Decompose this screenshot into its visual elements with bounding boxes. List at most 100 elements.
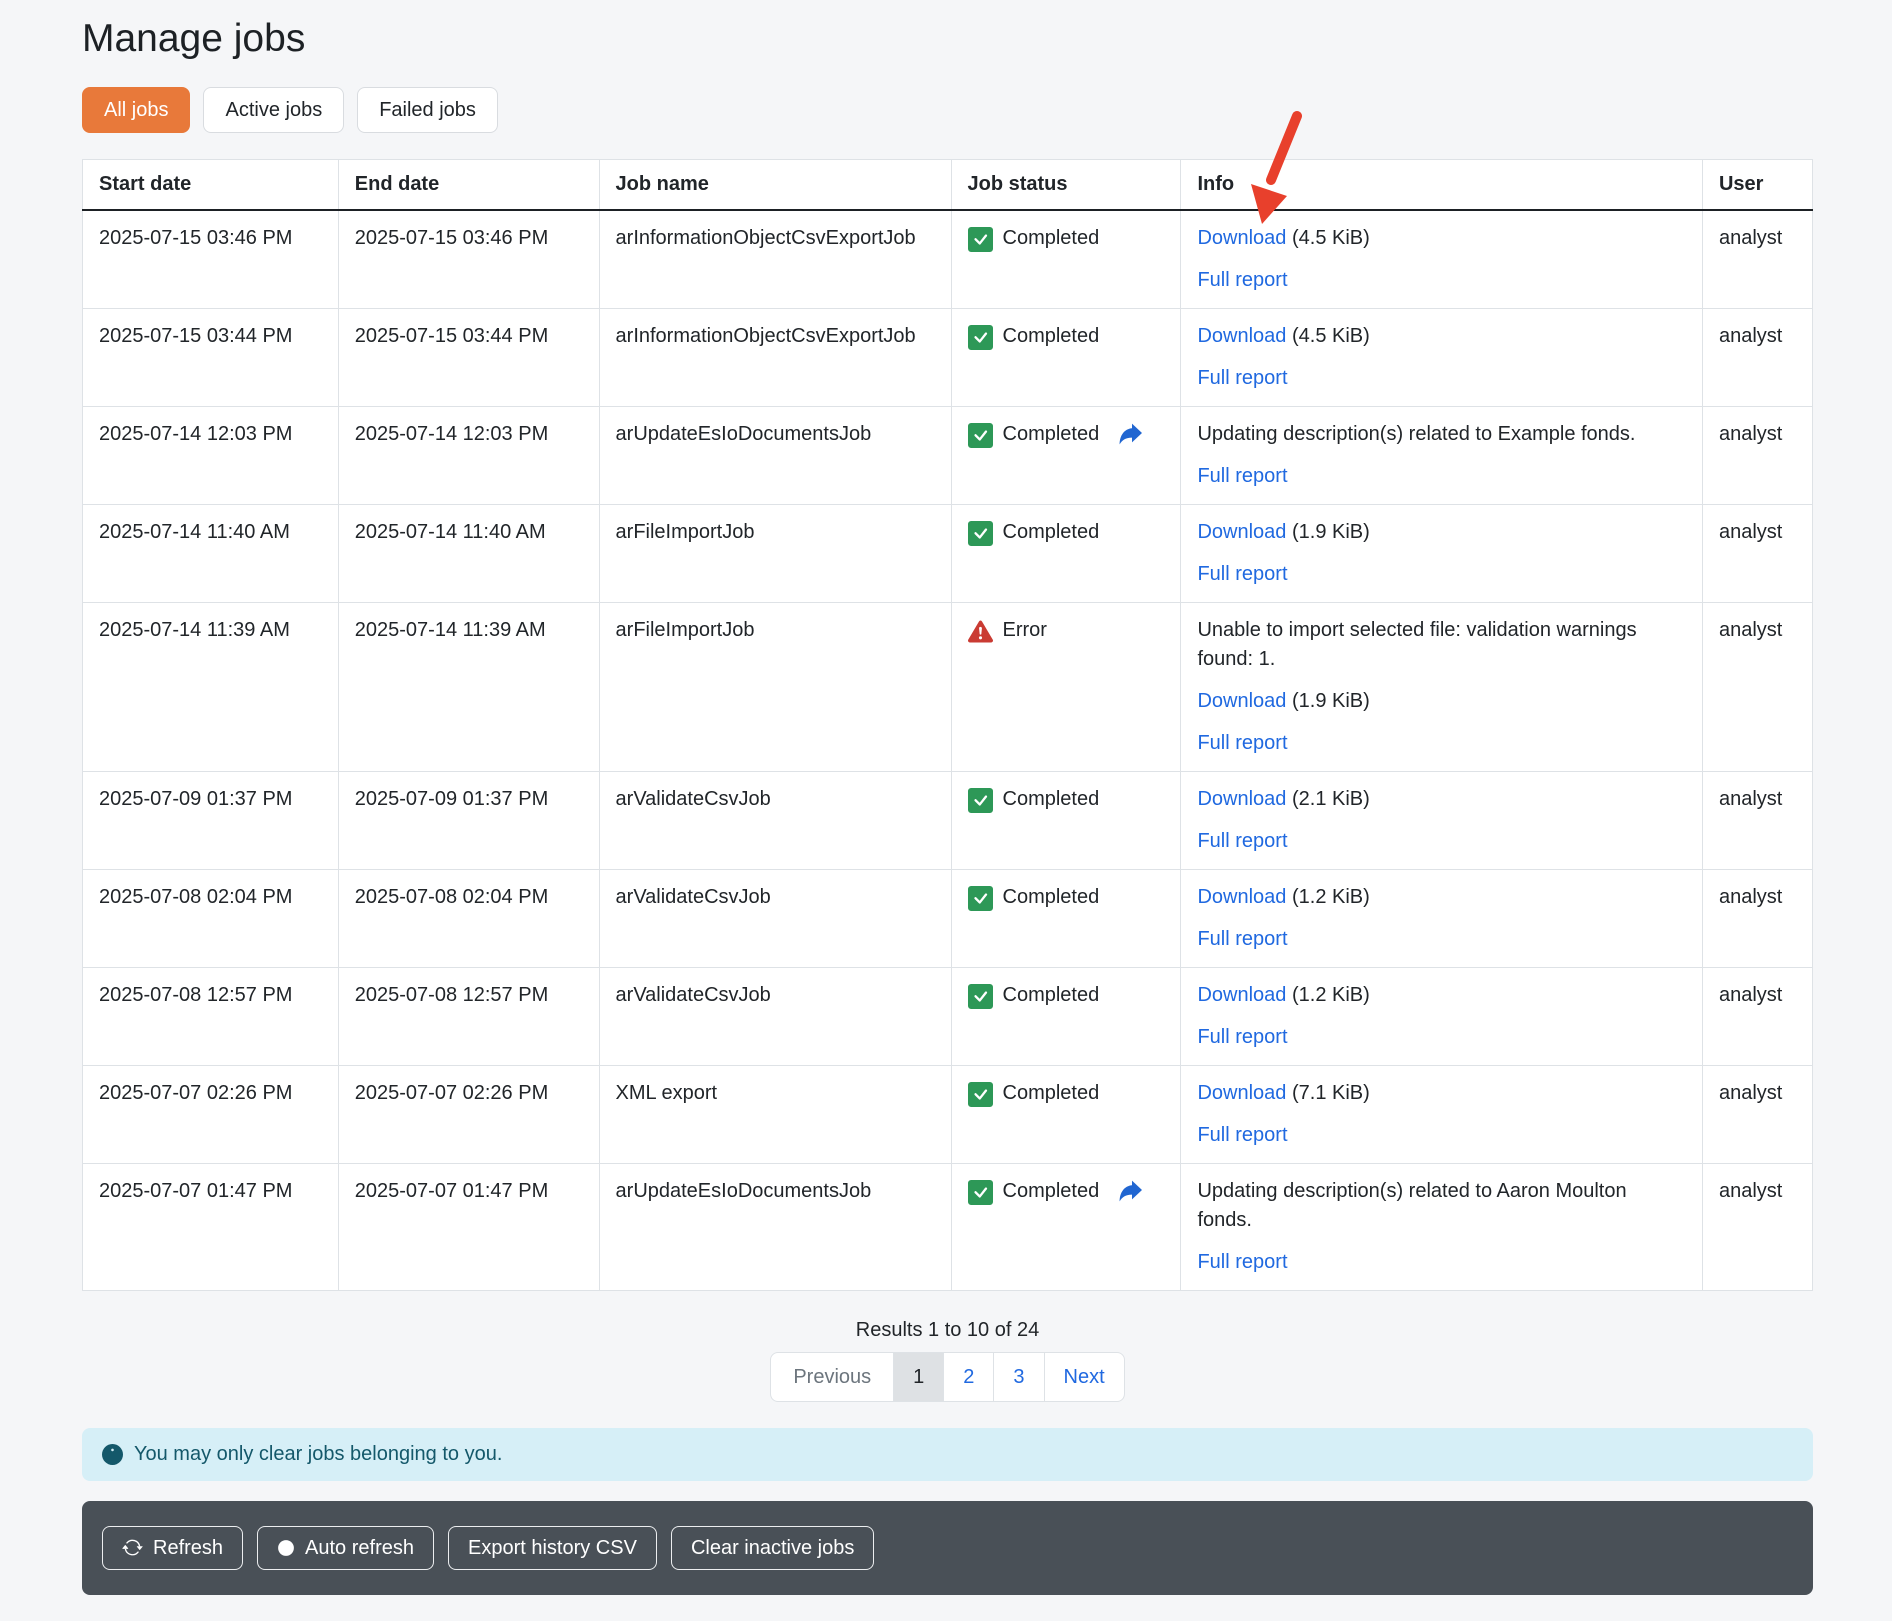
status-label: Completed	[1003, 1177, 1100, 1206]
end-date-cell: 2025-07-07 01:47 PM	[338, 1163, 599, 1290]
status-label: Completed	[1003, 1079, 1100, 1108]
check-square-icon	[968, 1079, 993, 1107]
download-link[interactable]: Download	[1197, 690, 1286, 712]
refresh-button[interactable]: Refresh	[102, 1526, 243, 1570]
job-name-cell: arUpdateEsIoDocumentsJob	[599, 1163, 951, 1290]
tab-active-jobs[interactable]: Active jobs	[203, 87, 344, 133]
end-date-cell: 2025-07-09 01:37 PM	[338, 771, 599, 869]
status-badge: Completed	[968, 322, 1165, 351]
status-badge: Completed	[968, 981, 1165, 1010]
tab-failed-jobs[interactable]: Failed jobs	[357, 87, 498, 133]
job-status-cell: Completed	[951, 308, 1181, 406]
download-link[interactable]: Download	[1197, 984, 1286, 1006]
start-date-cell: 2025-07-14 11:40 AM	[83, 504, 339, 602]
job-status-cell: Completed	[951, 504, 1181, 602]
user-cell: analyst	[1702, 504, 1812, 602]
info-alert: You may only clear jobs belonging to you…	[82, 1428, 1813, 1481]
info-message: Updating description(s) related to Examp…	[1197, 420, 1686, 449]
download-link[interactable]: Download	[1197, 325, 1286, 347]
check-square-icon	[968, 785, 993, 813]
job-status-cell: Completed	[951, 1163, 1181, 1290]
full-report-link[interactable]: Full report	[1197, 928, 1287, 950]
info-cell: Download (2.1 KiB)Full report	[1181, 771, 1703, 869]
download-line: Download (1.2 KiB)	[1197, 981, 1686, 1010]
download-link[interactable]: Download	[1197, 1082, 1286, 1104]
start-date-cell: 2025-07-09 01:37 PM	[83, 771, 339, 869]
status-label: Completed	[1003, 981, 1100, 1010]
status-badge: Completed	[968, 518, 1165, 547]
user-cell: analyst	[1702, 308, 1812, 406]
status-badge: Completed	[968, 420, 1165, 449]
user-cell: analyst	[1702, 771, 1812, 869]
auto-refresh-button[interactable]: Auto refresh	[257, 1526, 434, 1570]
full-report-link[interactable]: Full report	[1197, 465, 1287, 487]
info-cell: Updating description(s) related to Examp…	[1181, 406, 1703, 504]
refresh-icon	[122, 1537, 143, 1558]
download-size: (2.1 KiB)	[1292, 788, 1370, 810]
download-link[interactable]: Download	[1197, 886, 1286, 908]
full-report-link[interactable]: Full report	[1197, 1026, 1287, 1048]
status-label: Completed	[1003, 322, 1100, 351]
start-date-cell: 2025-07-08 02:04 PM	[83, 869, 339, 967]
job-status-cell: Error	[951, 602, 1181, 771]
export-history-csv-button[interactable]: Export history CSV	[448, 1526, 657, 1570]
page-item-2[interactable]: 2	[943, 1353, 993, 1401]
info-cell: Unable to import selected file: validati…	[1181, 602, 1703, 771]
end-date-cell: 2025-07-08 02:04 PM	[338, 869, 599, 967]
download-link[interactable]: Download	[1197, 788, 1286, 810]
status-badge: Completed	[968, 1177, 1165, 1206]
job-name-cell: arValidateCsvJob	[599, 869, 951, 967]
job-status-cell: Completed	[951, 210, 1181, 309]
column-header-job-name: Job name	[599, 159, 951, 210]
page-item-3[interactable]: 3	[993, 1353, 1043, 1401]
end-date-cell: 2025-07-15 03:46 PM	[338, 210, 599, 309]
status-label: Completed	[1003, 420, 1100, 449]
status-label: Completed	[1003, 785, 1100, 814]
pagination: Previous123Next	[770, 1352, 1124, 1402]
check-square-icon	[968, 1177, 993, 1205]
job-status-cell: Completed	[951, 406, 1181, 504]
download-link[interactable]: Download	[1197, 227, 1286, 249]
job-name-cell: arValidateCsvJob	[599, 771, 951, 869]
full-report-link[interactable]: Full report	[1197, 269, 1287, 291]
status-label: Completed	[1003, 883, 1100, 912]
full-report-link[interactable]: Full report	[1197, 367, 1287, 389]
table-row: 2025-07-15 03:44 PM2025-07-15 03:44 PMar…	[83, 308, 1813, 406]
table-row: 2025-07-07 02:26 PM2025-07-07 02:26 PMXM…	[83, 1065, 1813, 1163]
info-cell: Download (1.2 KiB)Full report	[1181, 869, 1703, 967]
tab-all-jobs[interactable]: All jobs	[82, 87, 190, 133]
full-report-link[interactable]: Full report	[1197, 1251, 1287, 1273]
download-size: (1.2 KiB)	[1292, 886, 1370, 908]
download-size: (4.5 KiB)	[1292, 325, 1370, 347]
check-square-icon	[968, 322, 993, 350]
info-cell: Download (7.1 KiB)Full report	[1181, 1065, 1703, 1163]
info-alert-text: You may only clear jobs belonging to you…	[134, 1443, 502, 1466]
full-report-link[interactable]: Full report	[1197, 563, 1287, 585]
check-square-icon	[968, 981, 993, 1009]
page-item-1[interactable]: 1	[893, 1353, 943, 1401]
page-item-previous[interactable]: Previous	[771, 1353, 893, 1401]
job-name-cell: XML export	[599, 1065, 951, 1163]
download-line: Download (1.9 KiB)	[1197, 518, 1686, 547]
table-row: 2025-07-08 02:04 PM2025-07-08 02:04 PMar…	[83, 869, 1813, 967]
download-line: Download (4.5 KiB)	[1197, 224, 1686, 253]
full-report-link[interactable]: Full report	[1197, 732, 1287, 754]
start-date-cell: 2025-07-08 12:57 PM	[83, 967, 339, 1065]
info-cell: Download (1.2 KiB) Full report	[1181, 967, 1703, 1065]
info-circle-icon	[102, 1444, 123, 1465]
table-row: 2025-07-15 03:46 PM2025-07-15 03:46 PMar…	[83, 210, 1813, 309]
full-report-link[interactable]: Full report	[1197, 830, 1287, 852]
status-badge: Completed	[968, 785, 1165, 814]
full-report-link[interactable]: Full report	[1197, 1124, 1287, 1146]
table-row: 2025-07-14 11:40 AM2025-07-14 11:40 AMar…	[83, 504, 1813, 602]
job-name-cell: arUpdateEsIoDocumentsJob	[599, 406, 951, 504]
table-header-row: Start dateEnd dateJob nameJob statusInfo…	[83, 159, 1813, 210]
status-badge: Completed	[968, 883, 1165, 912]
check-square-icon	[968, 518, 993, 546]
column-header-end-date: End date	[338, 159, 599, 210]
page-item-next[interactable]: Next	[1044, 1353, 1124, 1401]
clear-inactive-jobs-button[interactable]: Clear inactive jobs	[671, 1526, 874, 1570]
status-badge: Completed	[968, 1079, 1165, 1108]
download-link[interactable]: Download	[1197, 521, 1286, 543]
check-square-icon	[968, 224, 993, 252]
